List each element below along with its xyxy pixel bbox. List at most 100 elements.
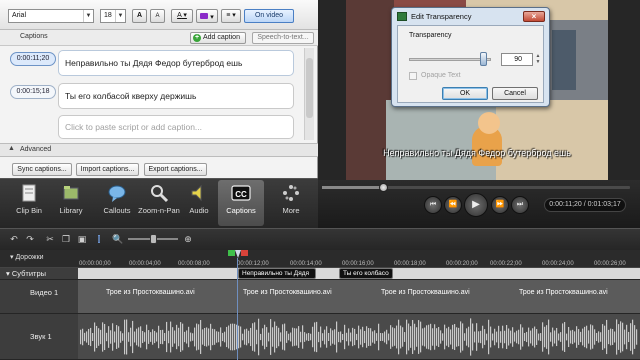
- spin-down-icon[interactable]: ▼: [536, 59, 541, 65]
- align-button[interactable]: ≡ ▾: [221, 9, 241, 23]
- copy-icon[interactable]: ❐: [60, 233, 72, 245]
- close-button[interactable]: ×: [523, 11, 545, 22]
- caption-timestamp[interactable]: 0:00:11;20: [10, 52, 56, 66]
- import-captions-button[interactable]: Import captions...: [76, 163, 139, 176]
- caption-text[interactable]: Ты его колбасой кверху держишь: [58, 83, 294, 109]
- waveform-bar: [326, 326, 328, 348]
- playhead-handle[interactable]: [228, 250, 248, 258]
- undo-icon[interactable]: ↶: [8, 233, 20, 245]
- track-header-video[interactable]: Видео 1: [0, 280, 78, 314]
- waveform-bar: [150, 332, 152, 342]
- tracks-dropdown[interactable]: ▾ Дорожки: [10, 252, 72, 264]
- waveform-bar: [624, 329, 626, 345]
- paste-icon[interactable]: ▣: [76, 233, 88, 245]
- transparency-spinner[interactable]: ▲ ▼: [534, 53, 542, 66]
- cut-icon[interactable]: ✂: [44, 233, 56, 245]
- ok-button[interactable]: OK: [442, 87, 488, 100]
- tool-audio[interactable]: Audio: [176, 180, 222, 226]
- scrub-thumb[interactable]: [379, 183, 388, 192]
- waveform-bar: [334, 329, 336, 345]
- shrink-font-button[interactable]: A: [150, 9, 165, 23]
- waveform-bar: [428, 324, 430, 350]
- tool-clip-bin[interactable]: Clip Bin: [6, 180, 52, 226]
- captions-scrollbar[interactable]: [304, 48, 314, 140]
- video-track[interactable]: [78, 280, 640, 314]
- waveform-bar: [546, 325, 548, 349]
- zoom-out-icon[interactable]: 🔍: [112, 233, 124, 245]
- waveform-bar: [134, 331, 136, 343]
- waveform-bar: [216, 331, 218, 343]
- waveform-bar: [378, 323, 380, 351]
- waveform-bar: [88, 328, 90, 346]
- redo-icon[interactable]: ↷: [24, 233, 36, 245]
- video-clip-label[interactable]: Трое из Простоквашино.avi: [243, 289, 332, 296]
- waveform-bar: [272, 327, 274, 347]
- track-header-audio[interactable]: Звук 1: [0, 314, 78, 360]
- rewind-button[interactable]: ⏪: [444, 196, 462, 214]
- speech-to-text-button[interactable]: Speech-to-text...: [252, 32, 314, 44]
- video-clip-label[interactable]: Трое из Простоквашино.avi: [106, 289, 195, 296]
- caption-timestamp[interactable]: 0:00:15;18: [10, 85, 56, 99]
- fast-forward-button[interactable]: ⏩: [491, 196, 509, 214]
- transparency-slider-track[interactable]: [409, 58, 491, 61]
- waveform-bar: [132, 320, 134, 354]
- opaque-text-checkbox[interactable]: [409, 72, 417, 80]
- transparency-value-input[interactable]: 90: [501, 53, 533, 66]
- waveform-bar: [108, 326, 110, 348]
- cancel-button[interactable]: Cancel: [492, 87, 538, 100]
- fill-color-button[interactable]: ▾: [196, 9, 218, 23]
- audio-waveform: [80, 318, 638, 356]
- tool-callouts[interactable]: Callouts: [94, 180, 140, 226]
- sync-captions-button[interactable]: Sync captions...: [12, 163, 72, 176]
- waveform-bar: [570, 330, 572, 344]
- add-caption-button[interactable]: + Add caption: [190, 32, 246, 44]
- split-icon[interactable]: ⫿: [93, 233, 105, 245]
- waveform-bar: [518, 329, 520, 345]
- cc-icon: CC: [231, 185, 251, 201]
- waveform-bar: [292, 327, 294, 347]
- transparency-slider-thumb[interactable]: [479, 52, 487, 66]
- advanced-section-toggle[interactable]: ▲ Advanced: [0, 143, 318, 157]
- waveform-bar: [558, 333, 560, 341]
- track-name: Субтитры: [11, 269, 47, 278]
- tool-library[interactable]: Library: [48, 180, 94, 226]
- waveform-bar: [370, 328, 372, 346]
- skip-forward-icon: ⏭: [516, 201, 524, 208]
- font-color-button[interactable]: A ▾: [171, 9, 193, 23]
- tool-captions[interactable]: CC Captions: [218, 180, 264, 226]
- prev-clip-button[interactable]: ⏮: [424, 196, 442, 214]
- waveform-bar: [436, 328, 438, 346]
- play-button[interactable]: ▶: [464, 193, 488, 217]
- video-clip-label[interactable]: Трое из Простоквашино.avi: [519, 289, 608, 296]
- font-size-select[interactable]: 18 ▼: [100, 9, 126, 23]
- zoom-in-icon[interactable]: ⊕: [182, 233, 194, 245]
- next-clip-button[interactable]: ⏭: [511, 196, 529, 214]
- waveform-bar: [294, 328, 296, 346]
- waveform-bar: [106, 332, 108, 342]
- waveform-bar: [212, 328, 214, 346]
- caption-text[interactable]: Неправильно ты Дядя Федор бутерброд ешь: [58, 50, 294, 76]
- waveform-bar: [276, 325, 278, 349]
- waveform-bar: [420, 321, 422, 353]
- scrollbar-thumb[interactable]: [306, 58, 313, 118]
- export-captions-button[interactable]: Export captions...: [144, 163, 207, 176]
- ruler-tick: 00:00:00;00: [79, 261, 111, 267]
- waveform-bar: [214, 329, 216, 345]
- grow-font-button[interactable]: A: [132, 9, 147, 23]
- waveform-bar: [488, 319, 490, 355]
- caption-clip[interactable]: Неправильно ты Дядя: [238, 268, 316, 279]
- font-select[interactable]: Arial ▼: [8, 9, 94, 23]
- tool-more[interactable]: More: [268, 180, 314, 226]
- caption-paste-field[interactable]: Click to paste script or add caption...: [58, 115, 294, 139]
- video-clip-label[interactable]: Трое из Простоквашино.avi: [381, 289, 470, 296]
- waveform-bar: [532, 328, 534, 346]
- waveform-bar: [560, 332, 562, 342]
- waveform-bar: [606, 319, 608, 355]
- caption-clip[interactable]: Ты его колбасо: [339, 268, 393, 279]
- zoom-icon: [151, 185, 169, 203]
- waveform-bar: [484, 329, 486, 345]
- track-header-captions[interactable]: ▾ Субтитры: [0, 268, 78, 280]
- on-video-button[interactable]: On video: [244, 9, 294, 23]
- zoom-slider-thumb[interactable]: [150, 234, 157, 244]
- waveform-bar: [120, 331, 122, 343]
